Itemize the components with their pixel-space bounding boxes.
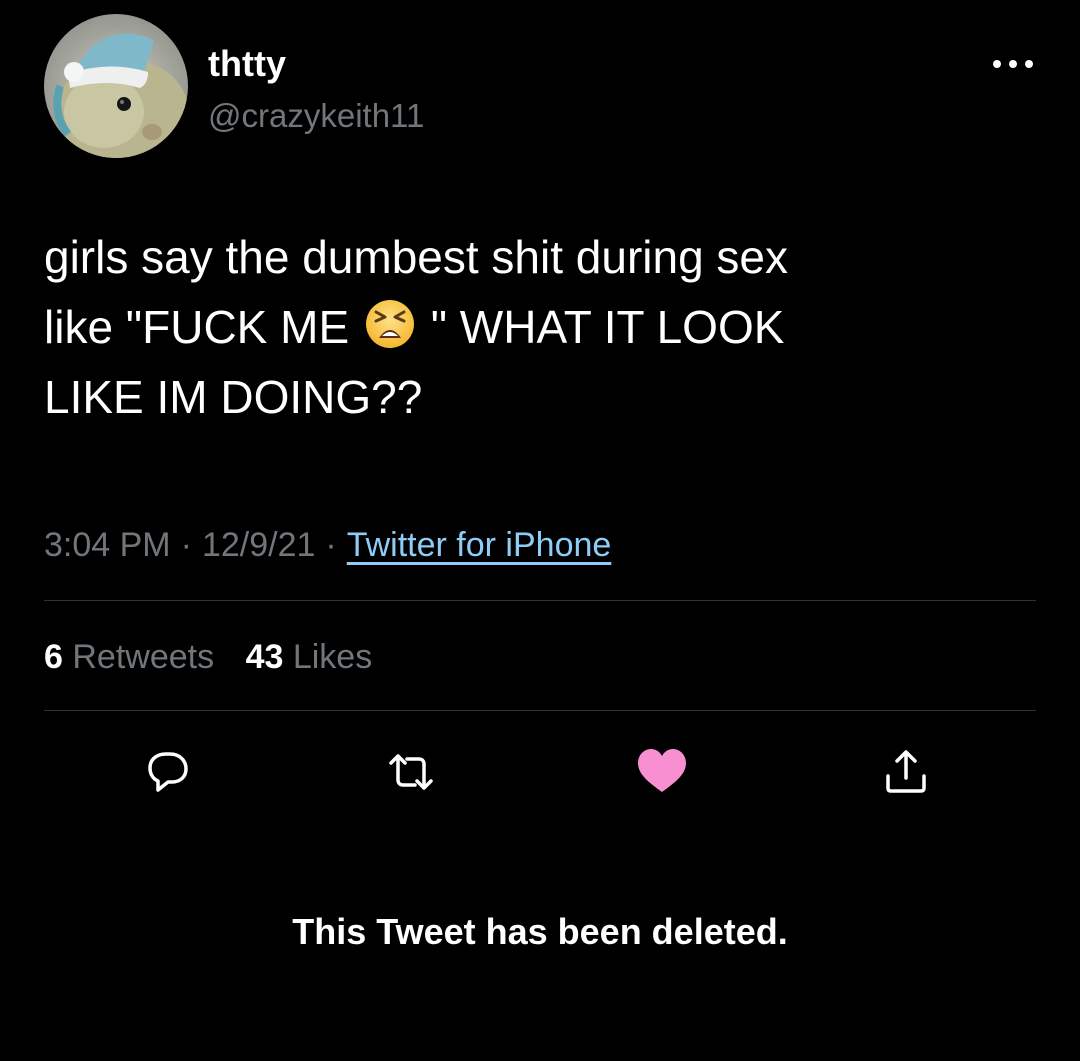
- retweet-button[interactable]: [383, 744, 439, 800]
- meta-separator: ·: [325, 526, 337, 564]
- share-icon: [886, 750, 926, 793]
- deleted-tweet-notice: This Tweet has been deleted.: [292, 911, 788, 952]
- retweets-label: Retweets: [72, 638, 215, 676]
- tweet-date: 12/9/21: [201, 526, 316, 564]
- heart-icon: [638, 749, 686, 792]
- divider: [44, 710, 1036, 711]
- tweet-line-3: LIKE IM DOING??: [44, 371, 423, 423]
- retweet-icon: [389, 754, 433, 790]
- meta-separator: ·: [180, 526, 192, 564]
- likes-label: Likes: [292, 638, 373, 676]
- user-handle[interactable]: @crazykeith11: [208, 96, 424, 136]
- tweet-stats: 6 Retweets 43 Likes: [44, 632, 394, 682]
- hamster-santa-hat-avatar-icon: [44, 14, 188, 158]
- tweet-source-link[interactable]: Twitter for iPhone: [347, 526, 612, 564]
- reply-button[interactable]: [140, 744, 196, 800]
- tweet-metadata: 3:04 PM · 12/9/21 · Twitter for iPhone: [44, 520, 611, 570]
- tweet-line-1: girls say the dumbest shit during sex: [44, 231, 789, 283]
- like-button[interactable]: [634, 744, 690, 800]
- tweet-line-2-end: " WHAT IT LOOK: [417, 301, 785, 353]
- tired-face-emoji-icon: [364, 298, 416, 350]
- retweets-stat[interactable]: 6 Retweets: [44, 638, 214, 676]
- tweet-line-2-start: like "FUCK ME: [44, 301, 362, 353]
- reply-icon: [148, 752, 188, 792]
- tweet-line-2: like "FUCK ME " WHAT IT LOOK: [44, 292, 1044, 362]
- tweet-text: girls say the dumbest shit during sex li…: [44, 222, 1044, 432]
- likes-count: 43: [245, 638, 284, 676]
- share-button[interactable]: [878, 744, 934, 800]
- more-horizontal-icon[interactable]: [990, 54, 1036, 74]
- retweets-count: 6: [44, 638, 63, 676]
- divider: [44, 600, 1036, 601]
- display-name[interactable]: thtty: [208, 42, 286, 86]
- avatar[interactable]: [44, 14, 188, 158]
- tweet-time: 3:04 PM: [44, 526, 171, 564]
- likes-stat[interactable]: 43 Likes: [246, 638, 373, 676]
